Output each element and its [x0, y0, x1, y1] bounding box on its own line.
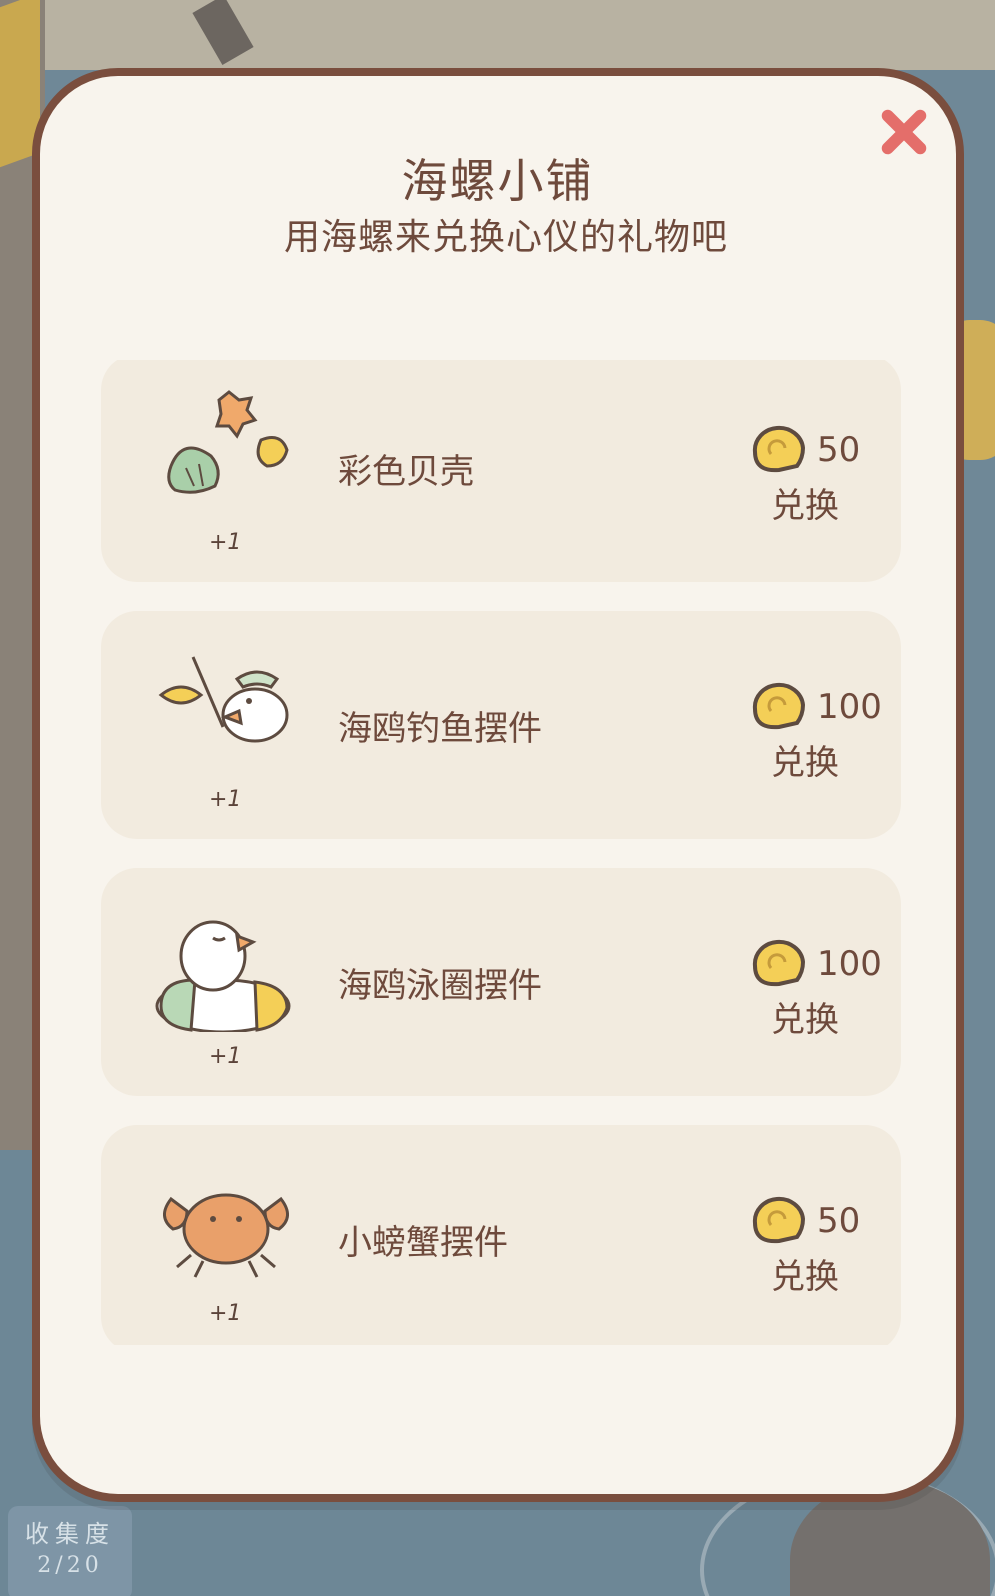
crab-icon: [151, 1159, 301, 1289]
colored-shells-icon: [151, 388, 301, 518]
item-price: 100: [817, 687, 882, 727]
seagull-swim-ring-icon: [151, 902, 301, 1034]
redeem-button[interactable]: 兑换: [771, 1249, 839, 1298]
item-name: 小螃蟹摆件: [338, 1223, 508, 1263]
seagull-fishing-icon: [151, 645, 301, 775]
collection-badge[interactable]: 收集度 2/20: [8, 1506, 132, 1596]
conch-coin-icon: [749, 422, 809, 476]
item-price: 50: [817, 430, 861, 470]
shop-item: +1 彩色贝壳 50 兑换: [101, 360, 901, 582]
item-name: 彩色贝壳: [338, 452, 474, 492]
item-price: 50: [817, 1201, 861, 1241]
item-price: 100: [817, 944, 882, 984]
page-subtitle: 用海螺来兑换心仪的礼物吧: [283, 217, 728, 258]
item-quantity: +1: [209, 1044, 242, 1069]
collection-value: 2/20: [37, 1553, 103, 1578]
shop-item: +1 海鸥钓鱼摆件 100 兑换: [101, 611, 901, 839]
item-quantity: +1: [209, 787, 242, 812]
item-quantity: +1: [209, 1301, 242, 1326]
conch-coin-icon: [749, 679, 809, 733]
redeem-button[interactable]: 兑换: [771, 478, 839, 527]
collection-label: 收集度: [25, 1520, 115, 1548]
conch-coin-icon: [749, 1193, 809, 1247]
shop-item: +1 小螃蟹摆件 50 兑换: [101, 1125, 901, 1345]
shop-item-list[interactable]: +1 彩色贝壳 50 兑换 +1 海鸥钓鱼摆件 100 兑换 +1 海鸥泳圈摆件…: [101, 360, 901, 1345]
item-quantity: +1: [209, 530, 242, 555]
shop-item: +1 海鸥泳圈摆件 100 兑换: [101, 868, 901, 1096]
background-top: [0, 0, 995, 70]
item-name: 海鸥钓鱼摆件: [338, 709, 542, 749]
redeem-button[interactable]: 兑换: [771, 735, 839, 784]
page-title: 海螺小铺: [401, 154, 594, 208]
redeem-button[interactable]: 兑换: [771, 992, 839, 1041]
conch-coin-icon: [749, 936, 809, 990]
item-name: 海鸥泳圈摆件: [338, 966, 542, 1006]
